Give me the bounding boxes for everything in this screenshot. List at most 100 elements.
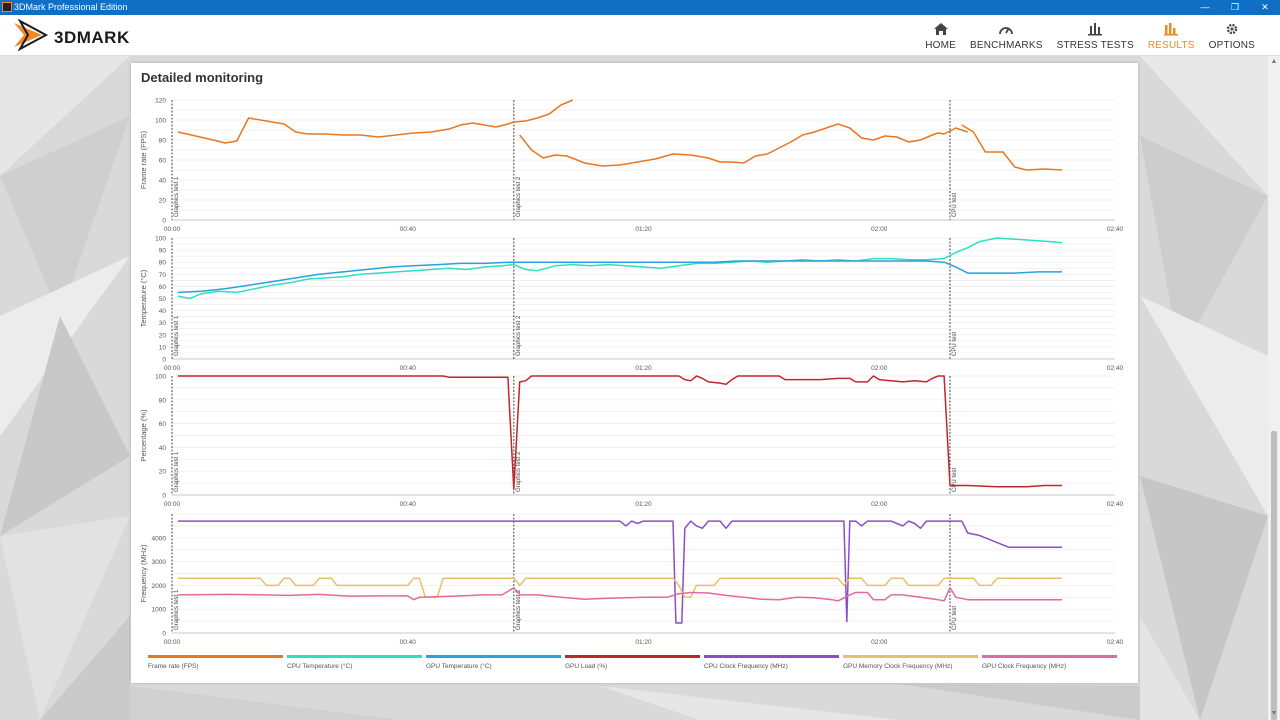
monitoring-charts: 02040608010012000:00 00:40 01:20 02:00 02:40…: [139, 98, 1124, 671]
y-tick-label: 0: [162, 631, 166, 638]
legend-label: GPU Load (%): [565, 663, 607, 670]
bars-chart-icon: [1088, 23, 1103, 36]
app-header: 3DMARK HOME BENCHMARKS STRESS TESTS RESU…: [0, 15, 1280, 56]
nav-benchmarks-label: BENCHMARKS: [970, 40, 1043, 51]
y-tick-label: 1000: [152, 607, 167, 614]
chart-4: 0 1000 2000 3000 4000 00:00 00:40 01:20 02:00 02:…: [139, 513, 1124, 646]
x-tick-label: 01:20: [635, 365, 652, 372]
legend-swatch: [287, 655, 422, 658]
minimize-button[interactable]: —: [1190, 0, 1220, 15]
y-tick-label: 10: [159, 344, 167, 351]
legend-swatch: [704, 655, 839, 658]
y-tick-label: 60: [159, 421, 167, 428]
y-tick-label: 40: [159, 178, 167, 185]
nav-options-label: OPTIONS: [1208, 40, 1255, 51]
scroll-up-icon[interactable]: ▲: [1268, 56, 1280, 68]
x-tick-label: 00:00: [164, 226, 181, 233]
nav-results-label: RESULTS: [1147, 40, 1195, 51]
y-tick-label: 80: [159, 260, 167, 267]
nav-options[interactable]: OPTIONS: [1202, 15, 1262, 55]
scroll-down-icon[interactable]: ▼: [1268, 708, 1280, 720]
logo-text: 3DMARK: [54, 28, 130, 47]
home-icon: [933, 23, 948, 35]
x-tick-label: 02:00: [871, 365, 888, 372]
chart-legend: Frame rate (FPS) CPU Temperature (°C) GPU …: [148, 655, 1117, 670]
legend-label: GPU Clock Frequency (MHz): [982, 663, 1066, 670]
x-tick-label: 00:00: [164, 501, 181, 508]
y-tick-label: 20: [159, 332, 167, 339]
nav-results[interactable]: RESULTS: [1141, 15, 1202, 55]
legend-label: GPU Memory Clock Frequency (MHz): [843, 663, 952, 670]
y-tick-label: 60: [159, 284, 167, 291]
nav-benchmarks[interactable]: BENCHMARKS: [963, 15, 1050, 55]
legend-swatch: [565, 655, 700, 658]
y-tick-label: 20: [159, 469, 167, 476]
x-tick-label: 02:40: [1107, 501, 1124, 508]
x-tick-label: 01:20: [635, 639, 652, 646]
chart-1: 0 20 40 60 80 100 120 00:00 00:40 01:20 02:00 02:40…: [139, 98, 1124, 234]
legend-label: CPU Clock Frequency (MHz): [704, 663, 788, 670]
close-button[interactable]: ✕: [1250, 0, 1280, 15]
x-tick-label: 01:20: [635, 226, 652, 233]
x-tick-label: 02:00: [871, 639, 888, 646]
main-nav: HOME BENCHMARKS STRESS TESTS RESULTS OPT…: [918, 15, 1262, 55]
y-tick-label: 0: [162, 357, 166, 364]
x-tick-label: 00:40: [400, 501, 417, 508]
test-marker-label: Graphics test 1: [174, 451, 180, 492]
y-tick-label: 4000: [152, 535, 167, 542]
app-logo[interactable]: 3DMARK: [12, 18, 152, 52]
y-tick-label: 90: [159, 248, 167, 255]
x-tick-label: 00:40: [400, 639, 417, 646]
x-tick-label: 00:40: [400, 226, 417, 233]
y-tick-label: 20: [159, 198, 167, 205]
legend-swatch: [148, 655, 283, 658]
legend-label: CPU Temperature (°C): [287, 662, 352, 670]
window-controls: — ❐ ✕: [1190, 0, 1280, 15]
restore-button[interactable]: ❐: [1220, 0, 1250, 15]
y-tick-label: 3000: [152, 559, 167, 566]
chart-3: 0 20 40 60 80 100 00:00 00:40 01:20 02:00 02:40 Per…: [139, 374, 1124, 509]
nav-home[interactable]: HOME: [918, 15, 963, 55]
y-axis-label: Frequency (MHz): [139, 544, 148, 602]
x-tick-label: 00:40: [400, 365, 417, 372]
y-tick-label: 100: [155, 236, 166, 243]
x-tick-label: 00:00: [164, 365, 181, 372]
x-tick-label: 02:00: [871, 226, 888, 233]
y-tick-label: 80: [159, 397, 167, 404]
x-tick-label: 02:40: [1107, 365, 1124, 372]
legend-swatch: [982, 655, 1117, 658]
nav-stress-tests[interactable]: STRESS TESTS: [1050, 15, 1141, 55]
x-tick-label: 02:40: [1107, 226, 1124, 233]
legend-label: Frame rate (FPS): [148, 663, 199, 670]
test-marker-label: CPU test: [952, 468, 958, 492]
scrollbar[interactable]: ▲ ▼: [1268, 56, 1280, 720]
y-axis-label: Temperature (°C): [139, 269, 148, 327]
test-marker-label: Graphics test 2: [516, 315, 522, 356]
series-line: [177, 587, 1062, 602]
test-marker-label: Graphics test 2: [516, 451, 522, 492]
scroll-thumb[interactable]: [1271, 431, 1277, 720]
y-tick-label: 0: [162, 493, 166, 500]
window-title: 3DMark Professional Edition: [14, 2, 128, 12]
y-tick-label: 100: [155, 118, 166, 125]
x-tick-label: 02:40: [1107, 639, 1124, 646]
nav-stress-tests-label: STRESS TESTS: [1056, 40, 1134, 51]
gear-icon: [1226, 23, 1237, 35]
y-tick-label: 40: [159, 445, 167, 452]
y-tick-label: 120: [155, 98, 166, 105]
x-tick-label: 01:20: [635, 501, 652, 508]
test-marker-label: Graphics test 1: [174, 176, 180, 217]
results-chart-icon: [1164, 23, 1179, 36]
app-icon: [2, 2, 12, 12]
y-tick-label: 70: [159, 272, 167, 279]
test-marker-label: CPU test: [952, 332, 958, 356]
test-marker-label: Graphics test 2: [516, 176, 522, 217]
y-tick-label: 80: [159, 138, 167, 145]
series-line: [961, 124, 1063, 171]
series-line: [177, 375, 1062, 490]
test-marker-label: CPU test: [952, 193, 958, 217]
y-axis-label: Frame rate (FPS): [139, 130, 148, 189]
legend-swatch: [843, 655, 978, 658]
y-tick-label: 0: [162, 218, 166, 225]
y-tick-label: 2000: [152, 583, 167, 590]
